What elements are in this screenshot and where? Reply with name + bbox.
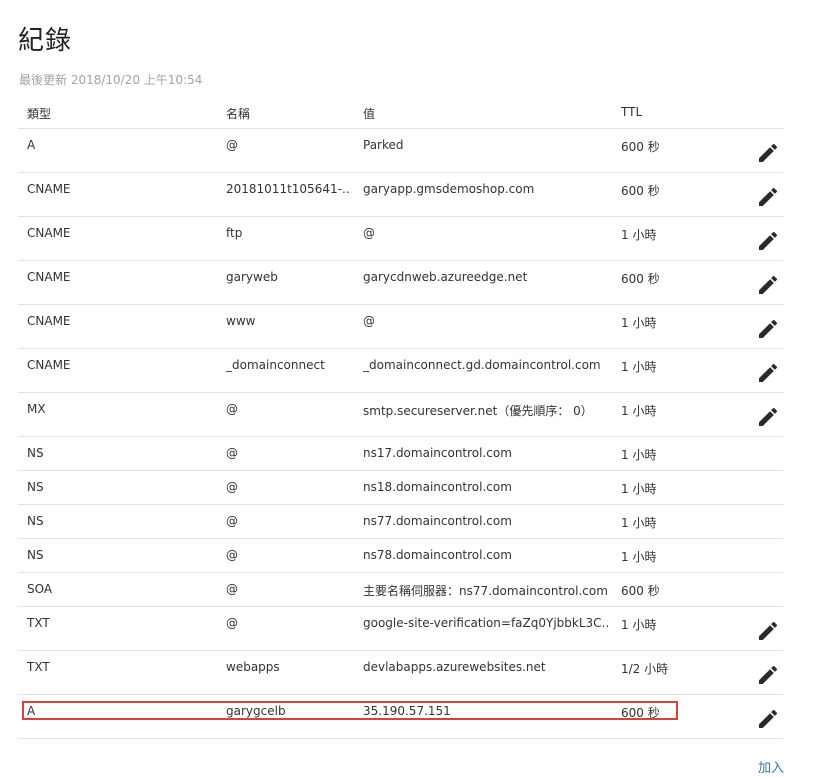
record-ttl: 600 秒 [621,140,660,154]
table-row: SOA @ 主要名稱伺服器：ns77.domaincontrol.com. 600 秒 [18,573,783,607]
record-value: devlabapps.azurewebsites.net [363,660,546,674]
table-row: CNAME garyweb garycdnweb.azureedge.net 600 … [18,261,783,305]
record-value: ns78.domaincontrol.com [363,548,512,562]
page-title: 紀錄 [18,26,73,56]
record-name: ftp [226,226,243,240]
record-value: @ [363,314,375,328]
record-name: @ [226,548,238,562]
table-row: NS @ ns78.domaincontrol.com 1 小時 [18,539,783,573]
record-value: garyapp.gmsdemoshop.com [363,182,535,196]
table-row: CNAME _domainconnect _domainconnect.gd.dom… [18,349,783,393]
pencil-icon[interactable] [756,185,780,209]
dns-records-table: 類型 名稱 值 TTL A @ Parked 600 秒 CNAME 20181011t1… [18,96,783,739]
record-type: TXT [27,660,50,674]
record-ttl: 1 小時 [621,618,657,632]
table-header: 類型 名稱 值 TTL [18,96,783,129]
table-body: A @ Parked 600 秒 CNAME 20181011t105641-… garya… [18,129,783,739]
last-updated: 最後更新 2018/10/20 上午10:54 [19,73,203,87]
record-ttl: 1 小時 [621,360,657,374]
record-type: CNAME [27,182,71,196]
table-row: A @ Parked 600 秒 [18,129,783,173]
record-value: _domainconnect.gd.domaincontrol.com [363,358,601,372]
pencil-icon[interactable] [756,229,780,253]
header-ttl: TTL [621,105,643,119]
record-type: NS [27,514,44,528]
record-value: 主要名稱伺服器：ns77.domaincontrol.com. [363,584,608,598]
record-value: garycdnweb.azureedge.net [363,270,528,284]
record-type: NS [27,446,44,460]
record-name: @ [226,616,238,630]
pencil-icon[interactable] [756,405,780,429]
record-type: NS [27,480,44,494]
record-name: _domainconnect [226,358,325,372]
table-row: CNAME 20181011t105641-… garyapp.gmsdemosho… [18,173,783,217]
record-ttl: 1 小時 [621,516,657,530]
record-value: Parked [363,138,404,152]
pencil-icon[interactable] [756,361,780,385]
record-name: @ [226,514,238,528]
record-name: www [226,314,256,328]
record-name: garyweb [226,270,278,284]
record-ttl: 1/2 小時 [621,662,669,676]
record-ttl: 600 秒 [621,584,660,598]
table-row: CNAME ftp @1 小時 [18,217,783,261]
record-ttl: 600 秒 [621,184,660,198]
record-type: A [27,704,36,718]
record-ttl: 1 小時 [621,550,657,564]
table-row: MX @ smtp.secureserver.net（優先順序： 0） 1 小時 [18,393,783,437]
header-name: 名稱 [226,107,251,121]
record-name: garygcelb [226,704,286,718]
table-row: NS @ ns77.domaincontrol.com 1 小時 [18,505,783,539]
header-value: 值 [363,107,376,121]
record-type: A [27,138,36,152]
record-ttl: 600 秒 [621,706,660,720]
record-name: webapps [226,660,280,674]
record-ttl: 1 小時 [621,482,657,496]
record-value: @ [363,226,375,240]
record-value: smtp.secureserver.net（優先順序： 0） [363,404,593,418]
add-record-link[interactable]: 加入 [758,757,784,776]
record-type: SOA [27,582,53,596]
record-value: ns18.domaincontrol.com [363,480,512,494]
pencil-icon[interactable] [756,141,780,165]
pencil-icon[interactable] [756,317,780,341]
record-ttl: 600 秒 [621,272,660,286]
pencil-icon[interactable] [756,619,780,643]
pencil-icon[interactable] [756,663,780,687]
record-type: NS [27,548,44,562]
record-name: @ [226,402,238,416]
record-name: @ [226,446,238,460]
record-type: CNAME [27,314,71,328]
pencil-icon[interactable] [756,273,780,297]
record-value: google-site-verification=faZq0YjbbkL3C… [363,616,608,630]
table-row: Agarygcelb 35.190.57.151 600 秒 [18,695,783,739]
record-value: ns17.domaincontrol.com [363,446,512,460]
record-ttl: 1 小時 [621,448,657,462]
record-type: CNAME [27,358,71,372]
record-name: @ [226,582,238,596]
record-ttl: 1 小時 [621,404,657,418]
table-row: TXT @ google-site-verification=faZq0YjbbkL… [18,607,783,651]
record-value: ns77.domaincontrol.com [363,514,512,528]
record-value: 35.190.57.151 [363,704,451,718]
pencil-icon[interactable] [756,707,780,731]
record-name: @ [226,480,238,494]
record-type: TXT [27,616,50,630]
table-row: TXT webapps devlabapps.azurewebsites.net 1/… [18,651,783,695]
record-name: @ [226,138,238,152]
table-row: CNAME www @1 小時 [18,305,783,349]
record-name: 20181011t105641-… [226,182,351,196]
record-ttl: 1 小時 [621,316,657,330]
record-ttl: 1 小時 [621,228,657,242]
header-type: 類型 [27,107,52,121]
record-type: CNAME [27,226,71,240]
table-row: NS @ ns18.domaincontrol.com 1 小時 [18,471,783,505]
table-row: NS @ ns17.domaincontrol.com 1 小時 [18,437,783,471]
record-type: MX [27,402,46,416]
record-type: CNAME [27,270,71,284]
